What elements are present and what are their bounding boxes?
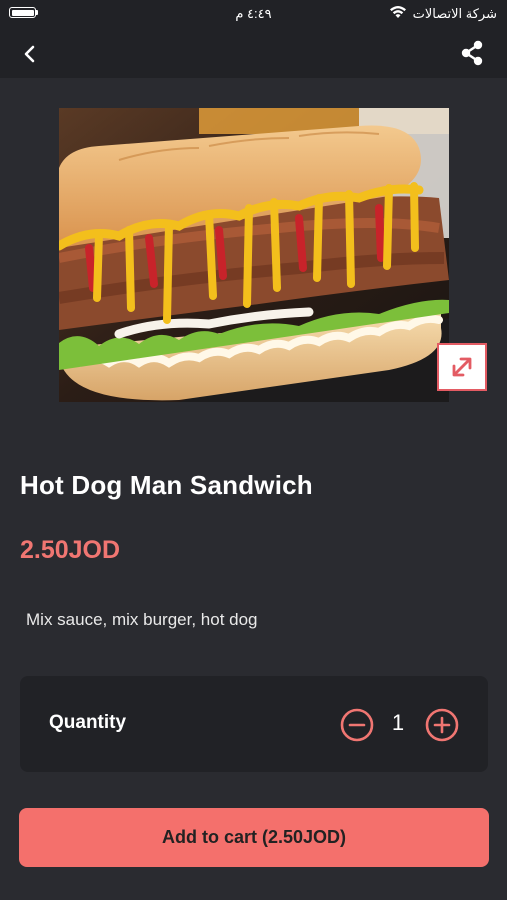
quantity-decrease-button[interactable] (340, 708, 374, 742)
quantity-label: Quantity (49, 712, 127, 733)
product-price: 2.50JOD (20, 536, 121, 564)
status-bar: ٤:٤٩ م شركة الاتصالات (0, 0, 507, 30)
quantity-value: 1 (391, 710, 405, 735)
wifi-icon (390, 6, 406, 18)
share-icon (461, 40, 483, 66)
add-to-cart-button[interactable]: Add to cart (2.50JOD) (19, 808, 489, 867)
back-button[interactable] (16, 40, 44, 68)
chevron-left-icon (24, 45, 35, 63)
quantity-increase-button[interactable] (425, 708, 459, 742)
carrier-name: شركة الاتصالات (412, 6, 497, 21)
minus-circle-icon (340, 708, 374, 742)
nav-bar (0, 30, 507, 78)
product-image[interactable] (59, 108, 449, 402)
product-description: Mix sauce, mix burger, hot dog (26, 610, 258, 629)
hot-dog-sandwich-photo (59, 108, 449, 402)
quantity-card: Quantity 1 (20, 676, 488, 772)
expand-arrows-icon (452, 357, 472, 377)
share-button[interactable] (457, 38, 487, 68)
product-title: Hot Dog Man Sandwich (20, 470, 313, 500)
plus-circle-icon (425, 708, 459, 742)
expand-image-button[interactable] (437, 343, 487, 391)
